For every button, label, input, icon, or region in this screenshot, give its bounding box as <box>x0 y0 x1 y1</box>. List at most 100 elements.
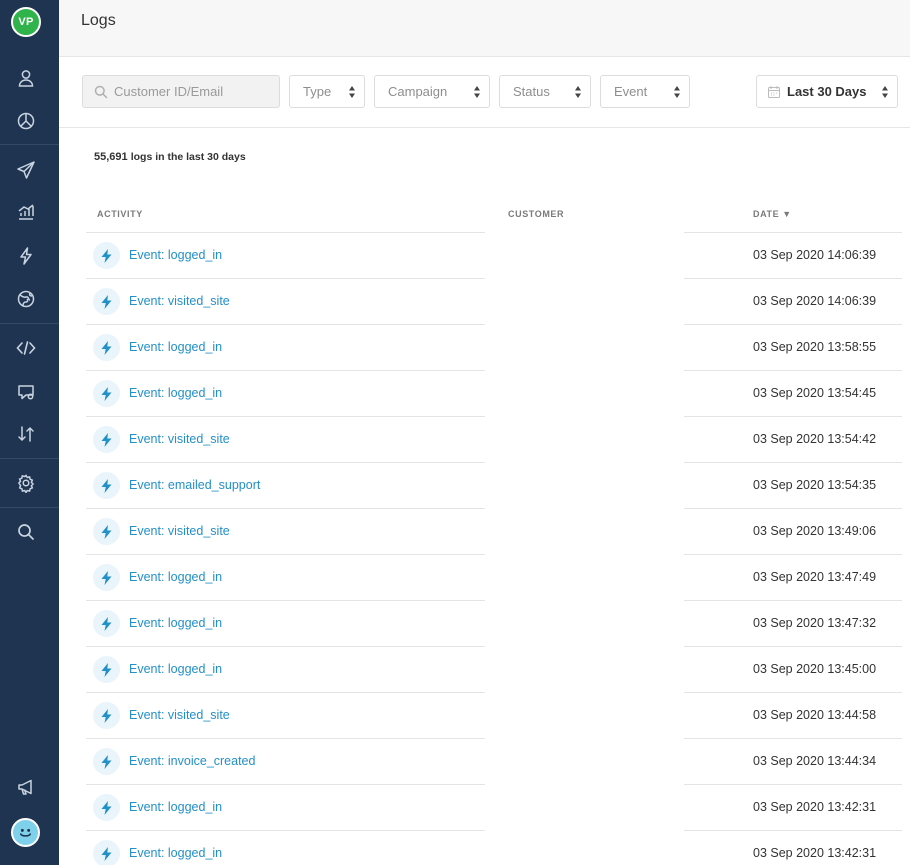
status-select[interactable]: Status <box>499 75 591 108</box>
row-date: 03 Sep 2020 13:45:00 <box>753 662 877 676</box>
page-title: Logs <box>81 12 116 29</box>
row-divider <box>684 462 902 463</box>
customer-search[interactable] <box>82 75 280 108</box>
activity-link[interactable]: Event: visited_site <box>129 294 230 308</box>
column-header-date[interactable]: DATE ▼ <box>753 209 792 219</box>
updown-caret-icon <box>674 86 680 98</box>
event-select[interactable]: Event <box>600 75 690 108</box>
row-divider <box>684 232 902 233</box>
row-divider <box>86 784 485 785</box>
row-divider <box>86 600 485 601</box>
lightning-icon <box>93 794 120 821</box>
customer-search-input[interactable] <box>114 76 274 107</box>
campaign-select-label: Campaign <box>388 84 448 99</box>
activity-link[interactable]: Event: logged_in <box>129 800 222 814</box>
table-row: Event: logged_in 03 Sep 2020 13:58:55 <box>0 324 910 370</box>
activity-link[interactable]: Event: logged_in <box>129 616 222 630</box>
row-divider <box>86 554 485 555</box>
activity-link[interactable]: Event: logged_in <box>129 570 222 584</box>
search-icon <box>94 85 108 99</box>
row-divider <box>684 416 902 417</box>
table-row: Event: logged_in 03 Sep 2020 13:42:31 <box>0 830 910 865</box>
activity-link[interactable]: Event: visited_site <box>129 524 230 538</box>
lightning-icon <box>93 610 120 637</box>
row-divider <box>86 416 485 417</box>
table-row: Event: logged_in 03 Sep 2020 13:42:31 <box>0 784 910 830</box>
table-row: Event: visited_site 03 Sep 2020 13:44:58 <box>0 692 910 738</box>
table-row: Event: visited_site 03 Sep 2020 13:54:42 <box>0 416 910 462</box>
row-divider <box>684 646 902 647</box>
row-divider <box>86 738 485 739</box>
row-date: 03 Sep 2020 14:06:39 <box>753 294 877 308</box>
date-range-label: Last 30 Days <box>787 84 867 99</box>
lightning-icon <box>93 472 120 499</box>
lightning-icon <box>93 334 120 361</box>
column-header-customer[interactable]: CUSTOMER <box>508 209 564 219</box>
row-divider <box>86 508 485 509</box>
row-divider <box>684 600 902 601</box>
row-divider <box>684 370 902 371</box>
person-icon[interactable] <box>14 66 38 90</box>
lightning-icon <box>93 656 120 683</box>
activity-link[interactable]: Event: logged_in <box>129 386 222 400</box>
activity-link[interactable]: Event: logged_in <box>129 248 222 262</box>
row-divider <box>86 278 485 279</box>
analytics-icon[interactable] <box>14 200 38 224</box>
row-divider <box>684 508 902 509</box>
row-divider <box>684 692 902 693</box>
activity-link[interactable]: Event: invoice_created <box>129 754 255 768</box>
sidebar-divider <box>0 144 59 145</box>
updown-caret-icon <box>575 86 581 98</box>
activity-link[interactable]: Event: visited_site <box>129 708 230 722</box>
activity-link[interactable]: Event: emailed_support <box>129 478 260 492</box>
table-row: Event: visited_site 03 Sep 2020 14:06:39 <box>0 278 910 324</box>
table-row: Event: logged_in 03 Sep 2020 13:54:45 <box>0 370 910 416</box>
updown-caret-icon <box>349 86 355 98</box>
activity-link[interactable]: Event: logged_in <box>129 340 222 354</box>
lightning-icon <box>93 518 120 545</box>
row-date: 03 Sep 2020 13:54:45 <box>753 386 877 400</box>
row-divider <box>684 278 902 279</box>
lightning-icon <box>93 564 120 591</box>
calendar-icon <box>768 86 780 98</box>
column-header-activity[interactable]: ACTIVITY <box>97 209 143 219</box>
table-row: Event: visited_site 03 Sep 2020 13:49:06 <box>0 508 910 554</box>
column-header-date-label: DATE <box>753 209 780 219</box>
row-date: 03 Sep 2020 13:44:58 <box>753 708 877 722</box>
type-select-label: Type <box>303 84 332 99</box>
row-divider <box>684 784 902 785</box>
event-select-label: Event <box>614 84 648 99</box>
row-divider <box>86 232 485 233</box>
row-date: 03 Sep 2020 13:42:31 <box>753 800 877 814</box>
row-date: 03 Sep 2020 13:47:49 <box>753 570 877 584</box>
campaign-select[interactable]: Campaign <box>374 75 490 108</box>
log-count: 55,691 <box>94 151 128 163</box>
segments-icon[interactable] <box>14 109 38 133</box>
date-range-select[interactable]: Last 30 Days <box>756 75 898 108</box>
row-date: 03 Sep 2020 13:47:32 <box>753 616 877 630</box>
row-date: 03 Sep 2020 13:44:34 <box>753 754 877 768</box>
activity-link[interactable]: Event: visited_site <box>129 432 230 446</box>
row-divider <box>684 324 902 325</box>
filter-bar: Type Campaign Status Event Last 30 Days <box>59 57 910 128</box>
updown-caret-icon <box>882 86 888 98</box>
row-divider <box>684 738 902 739</box>
send-icon[interactable] <box>14 158 38 182</box>
activity-link[interactable]: Event: logged_in <box>129 846 222 860</box>
lightning-icon <box>93 426 120 453</box>
row-divider <box>684 554 902 555</box>
activity-link[interactable]: Event: logged_in <box>129 662 222 676</box>
row-divider <box>86 370 485 371</box>
table-row: Event: logged_in 03 Sep 2020 14:06:39 <box>0 232 910 278</box>
user-avatar[interactable]: VP <box>11 7 41 37</box>
lightning-icon <box>93 380 120 407</box>
type-select[interactable]: Type <box>289 75 365 108</box>
status-select-label: Status <box>513 84 550 99</box>
table-row: Event: logged_in 03 Sep 2020 13:47:32 <box>0 600 910 646</box>
sort-descending-icon: ▼ <box>782 209 792 219</box>
row-date: 03 Sep 2020 14:06:39 <box>753 248 877 262</box>
row-date: 03 Sep 2020 13:42:31 <box>753 846 877 860</box>
lightning-icon <box>93 840 120 865</box>
row-divider <box>86 324 485 325</box>
row-divider <box>86 830 485 831</box>
